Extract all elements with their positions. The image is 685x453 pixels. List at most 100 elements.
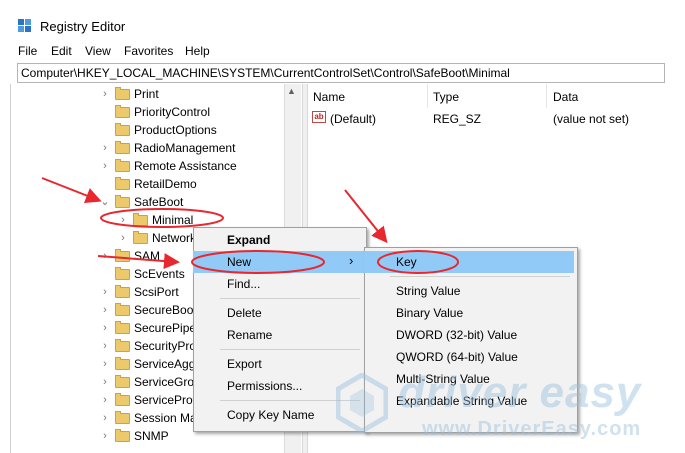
- menu-copy-key-name[interactable]: Copy Key Name: [227, 408, 314, 422]
- menu-delete[interactable]: Delete: [227, 306, 262, 320]
- menu-new-qword-value[interactable]: QWORD (64-bit) Value: [396, 350, 518, 364]
- folder-icon: [115, 141, 130, 154]
- tree-item-label: RadioManagement: [134, 141, 236, 155]
- tree-item-label: Network: [152, 231, 197, 245]
- folder-icon: [115, 321, 130, 334]
- tree-item-label: RetailDemo: [134, 177, 197, 191]
- chevron-down-icon[interactable]: ⌄: [100, 193, 110, 211]
- context-menu-highlight: [193, 251, 365, 273]
- folder-icon: [115, 411, 130, 424]
- menu-new-dword-value[interactable]: DWORD (32-bit) Value: [396, 328, 517, 342]
- tree-item-label: Remote Assistance: [134, 159, 237, 173]
- column-divider[interactable]: [546, 84, 547, 108]
- address-bar[interactable]: Computer\HKEY_LOCAL_MACHINE\SYSTEM\Curre…: [17, 63, 665, 83]
- tree-item[interactable]: › Print: [100, 85, 290, 103]
- tree-item-label: ServiceAgg: [134, 357, 196, 371]
- driver-easy-logo-icon: [336, 373, 388, 433]
- tree-item[interactable]: › Remote Assistance: [100, 157, 290, 175]
- menu-separator: [390, 276, 570, 277]
- menu-new-key[interactable]: Key: [396, 255, 417, 269]
- menu-new-binary-value[interactable]: Binary Value: [396, 306, 463, 320]
- chevron-right-icon[interactable]: ›: [100, 85, 110, 103]
- chevron-right-icon[interactable]: ›: [100, 139, 110, 157]
- menu-permissions[interactable]: Permissions...: [227, 379, 302, 393]
- tree-item[interactable]: RetailDemo: [100, 175, 290, 193]
- folder-icon: [115, 375, 130, 388]
- column-divider[interactable]: [427, 84, 428, 108]
- tree-item-label: SecurityPro: [134, 339, 197, 353]
- menu-find[interactable]: Find...: [227, 277, 260, 291]
- folder-icon: [115, 267, 130, 280]
- chevron-right-icon[interactable]: ›: [100, 319, 110, 337]
- folder-icon: [115, 87, 130, 100]
- tree-item-label: SNMP: [134, 429, 169, 443]
- tree-item-label: Session Ma: [134, 411, 197, 425]
- tree-item-label: Minimal: [152, 213, 194, 227]
- watermark-url: www.DriverEasy.com: [422, 418, 642, 440]
- tree-item-label: ServiceProv: [134, 393, 199, 407]
- tree-item[interactable]: › RadioManagement: [100, 139, 290, 157]
- column-name[interactable]: Name: [313, 90, 345, 104]
- menu-separator: [220, 298, 360, 299]
- window-title: Registry Editor: [40, 19, 126, 34]
- folder-icon: [115, 429, 130, 442]
- value-name[interactable]: (Default): [330, 112, 376, 126]
- folder-icon: [115, 393, 130, 406]
- menu-file[interactable]: File: [18, 44, 37, 58]
- chevron-right-icon[interactable]: ›: [100, 355, 110, 373]
- string-value-icon: ab: [312, 111, 326, 123]
- tree-item-label: SAM: [134, 249, 161, 263]
- folder-icon: [115, 303, 130, 316]
- chevron-right-icon[interactable]: ›: [118, 229, 128, 247]
- menu-new[interactable]: New: [227, 255, 251, 269]
- menu-new-string-value[interactable]: String Value: [396, 284, 460, 298]
- chevron-right-icon: ›: [349, 253, 354, 268]
- folder-icon: [115, 357, 130, 370]
- tree-item-label: ServiceGrou: [134, 375, 201, 389]
- folder-icon: [115, 123, 130, 136]
- chevron-right-icon[interactable]: ›: [100, 391, 110, 409]
- tree-item[interactable]: ProductOptions: [100, 121, 290, 139]
- tree-item-label: ScsiPort: [134, 285, 179, 299]
- folder-icon: [133, 213, 148, 226]
- menu-separator: [220, 349, 360, 350]
- watermark-brand: driver easy: [398, 368, 642, 417]
- chevron-right-icon[interactable]: ›: [100, 373, 110, 391]
- tree-item[interactable]: PriorityControl: [100, 103, 290, 121]
- menu-help[interactable]: Help: [185, 44, 210, 58]
- chevron-right-icon[interactable]: ›: [100, 337, 110, 355]
- folder-icon: [115, 159, 130, 172]
- menu-view[interactable]: View: [85, 44, 111, 58]
- menu-export[interactable]: Export: [227, 357, 262, 371]
- tree-item-label: Print: [134, 87, 159, 101]
- folder-icon: [133, 231, 148, 244]
- column-type[interactable]: Type: [433, 90, 459, 104]
- tree-item-label: ScEvents: [134, 267, 185, 281]
- folder-icon: [115, 339, 130, 352]
- folder-icon: [115, 105, 130, 118]
- menu-expand[interactable]: Expand: [227, 233, 270, 247]
- tree-item-label: ProductOptions: [134, 123, 217, 137]
- chevron-right-icon[interactable]: ›: [100, 157, 110, 175]
- tree-item[interactable]: ⌄ SafeBoot: [100, 193, 290, 211]
- menu-rename[interactable]: Rename: [227, 328, 272, 342]
- chevron-right-icon[interactable]: ›: [100, 283, 110, 301]
- chevron-right-icon[interactable]: ›: [100, 301, 110, 319]
- folder-icon: [115, 249, 130, 262]
- tree-item-label: SecurePipe: [134, 321, 197, 335]
- value-data: (value not set): [553, 112, 630, 126]
- column-data[interactable]: Data: [553, 90, 578, 104]
- folder-icon: [115, 285, 130, 298]
- chevron-right-icon[interactable]: ›: [100, 409, 110, 427]
- tree-item-label: SecureBoot: [134, 303, 197, 317]
- chevron-right-icon[interactable]: ›: [100, 427, 110, 445]
- folder-icon: [115, 177, 130, 190]
- chevron-right-icon[interactable]: ›: [118, 211, 128, 229]
- tree-item-label: SafeBoot: [134, 195, 184, 209]
- tree-item-label: PriorityControl: [134, 105, 211, 119]
- menu-edit[interactable]: Edit: [51, 44, 72, 58]
- folder-icon: [115, 195, 130, 208]
- value-type: REG_SZ: [433, 112, 482, 126]
- chevron-right-icon[interactable]: ›: [100, 247, 110, 265]
- menu-favorites[interactable]: Favorites: [124, 44, 173, 58]
